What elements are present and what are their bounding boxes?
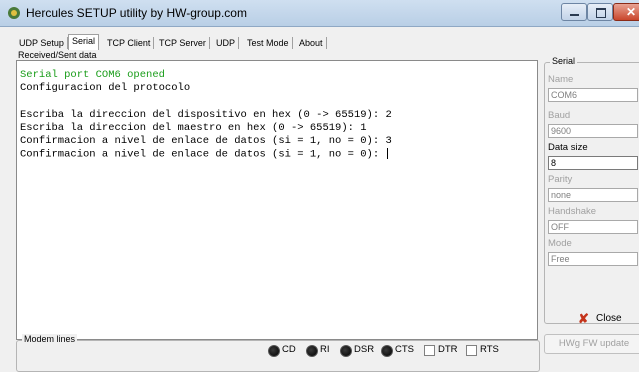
close-x-icon: ✘ xyxy=(578,311,589,326)
tab-udp[interactable]: UDP xyxy=(213,37,240,49)
terminal-line-current: Confirmacion a nivel de enlace de datos … xyxy=(20,148,389,161)
tab-tcp-server[interactable]: TCP Server xyxy=(156,37,210,49)
terminal-line: Serial port COM6 opened xyxy=(20,69,165,81)
cd-label: CD xyxy=(282,344,296,355)
modem-lines-frame xyxy=(16,340,540,372)
received-sent-terminal[interactable]: Serial port COM6 opened Configuracion de… xyxy=(16,60,538,340)
modem-lines-group: Modem lines CD RI DSR CTS DTR RTS xyxy=(16,334,540,372)
dsr-led-icon xyxy=(340,345,352,357)
serial-title: Serial xyxy=(550,56,578,66)
modem-lines-title: Modem lines xyxy=(22,334,78,344)
rts-label: RTS xyxy=(480,344,499,355)
ri-label: RI xyxy=(320,344,330,355)
window-title: Hercules SETUP utility by HW-group.com xyxy=(26,6,247,20)
title-bar: Hercules SETUP utility by HW-group.com ✕ xyxy=(0,0,639,27)
terminal-line-text: Confirmacion a nivel de enlace de datos … xyxy=(20,148,386,161)
handshake-select[interactable]: OFF xyxy=(548,220,638,234)
name-select[interactable]: COM6 xyxy=(548,88,638,102)
cts-label: CTS xyxy=(395,344,414,355)
close-window-button[interactable]: ✕ xyxy=(613,3,639,21)
terminal-line: Configuracion del protocolo xyxy=(20,82,191,94)
data-size-select[interactable]: 8 xyxy=(548,156,638,170)
cts-led-icon xyxy=(381,345,393,357)
terminal-line: Confirmacion a nivel de enlace de datos … xyxy=(20,135,392,147)
tab-tcp-client[interactable]: TCP Client xyxy=(104,37,155,49)
parity-select[interactable]: none xyxy=(548,188,638,202)
maximize-button[interactable] xyxy=(587,3,613,21)
tab-about[interactable]: About xyxy=(296,37,327,49)
tab-udp-setup[interactable]: UDP Setup xyxy=(16,37,68,49)
text-caret xyxy=(387,148,389,159)
close-button-label: Close xyxy=(596,313,622,324)
received-sent-label: Received/Sent data xyxy=(18,50,97,60)
ri-led-icon xyxy=(306,345,318,357)
handshake-label: Handshake xyxy=(548,206,597,217)
terminal-line: Escriba la direccion del maestro en hex … xyxy=(20,122,367,134)
name-label: Name xyxy=(548,74,574,85)
tab-test-mode[interactable]: Test Mode xyxy=(244,37,293,49)
close-x-icon: ✕ xyxy=(626,5,637,19)
baud-select[interactable]: 9600 xyxy=(548,124,638,138)
cd-led-icon xyxy=(268,345,280,357)
data-size-label: Data size xyxy=(548,142,588,153)
tab-bar: UDP Setup Serial TCP Client TCP Server U… xyxy=(0,27,639,50)
terminal-line: Escriba la direccion del dispositivo en … xyxy=(20,109,392,121)
serial-settings-panel: Serial Name COM6 Baud 9600 Data size 8 P… xyxy=(544,56,639,344)
dtr-label: DTR xyxy=(438,344,458,355)
hercules-app-icon xyxy=(8,7,20,19)
mode-label: Mode xyxy=(548,238,572,249)
dsr-label: DSR xyxy=(354,344,375,355)
rts-checkbox[interactable] xyxy=(466,345,477,356)
close-port-button[interactable]: ✘ Close xyxy=(544,306,639,330)
baud-label: Baud xyxy=(548,110,571,121)
tab-serial[interactable]: Serial xyxy=(68,34,100,50)
hwg-fw-update-button[interactable]: HWg FW update xyxy=(544,334,639,354)
parity-label: Parity xyxy=(548,174,573,185)
dtr-checkbox[interactable] xyxy=(424,345,435,356)
minimize-button[interactable] xyxy=(561,3,587,21)
mode-select[interactable]: Free xyxy=(548,252,638,266)
